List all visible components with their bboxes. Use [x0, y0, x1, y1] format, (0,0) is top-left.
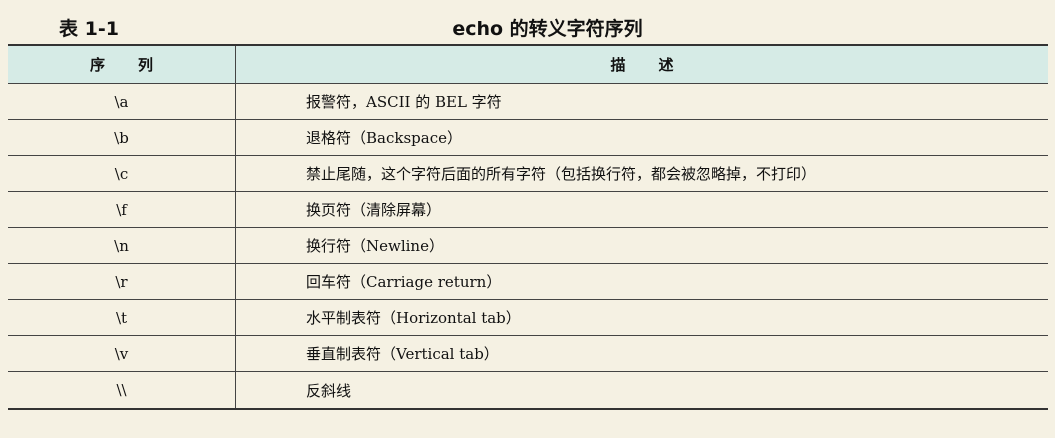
sequence-cell: \n: [8, 228, 236, 263]
column-header-description-label: 描述: [610, 56, 707, 74]
description-cell: 退格符（Backspace）: [306, 129, 462, 147]
description-cell: 换页符（清除屏幕）: [306, 201, 442, 219]
description-cell: 垂直制表符（Vertical tab）: [306, 345, 499, 363]
table-row: \v 垂直制表符（Vertical tab）: [8, 336, 1048, 372]
table-row: \a 报警符，ASCII 的 BEL 字符: [8, 84, 1048, 120]
sequence-cell: \v: [8, 336, 236, 371]
sequence-cell: \b: [8, 120, 236, 155]
table-header-row: 序列 描述: [8, 46, 1048, 84]
description-cell: 换行符（Newline）: [306, 237, 444, 255]
table-row: \c 禁止尾随，这个字符后面的所有字符（包括换行符，都会被忽略掉，不打印）: [8, 156, 1048, 192]
sequence-cell: \f: [8, 192, 236, 227]
escape-sequence-table: 序列 描述 \a 报警符，ASCII 的 BEL 字符 \b 退格符（Backs…: [8, 44, 1048, 410]
column-header-sequence-label: 序列: [89, 56, 186, 74]
sequence-cell: \t: [8, 300, 236, 335]
sequence-cell: \\: [8, 372, 236, 408]
table-title: echo 的转义字符序列: [452, 18, 643, 40]
sequence-cell: \r: [8, 264, 236, 299]
table-caption: 表 1-1 echo 的转义字符序列: [0, 12, 1055, 42]
sequence-cell: \c: [8, 156, 236, 191]
table-row: \r 回车符（Carriage return）: [8, 264, 1048, 300]
description-cell: 禁止尾随，这个字符后面的所有字符（包括换行符，都会被忽略掉，不打印）: [306, 165, 817, 183]
description-cell: 报警符，ASCII 的 BEL 字符: [306, 93, 502, 111]
table-row: \f 换页符（清除屏幕）: [8, 192, 1048, 228]
table-row: \b 退格符（Backspace）: [8, 120, 1048, 156]
column-header-description: 描述: [236, 46, 1048, 83]
sequence-cell: \a: [8, 84, 236, 119]
table-row: \\ 反斜线: [8, 372, 1048, 408]
description-cell: 水平制表符（Horizontal tab）: [306, 309, 521, 327]
table-row: \t 水平制表符（Horizontal tab）: [8, 300, 1048, 336]
description-cell: 回车符（Carriage return）: [306, 273, 502, 291]
description-cell: 反斜线: [306, 381, 352, 400]
table-row: \n 换行符（Newline）: [8, 228, 1048, 264]
column-header-sequence: 序列: [8, 46, 236, 83]
